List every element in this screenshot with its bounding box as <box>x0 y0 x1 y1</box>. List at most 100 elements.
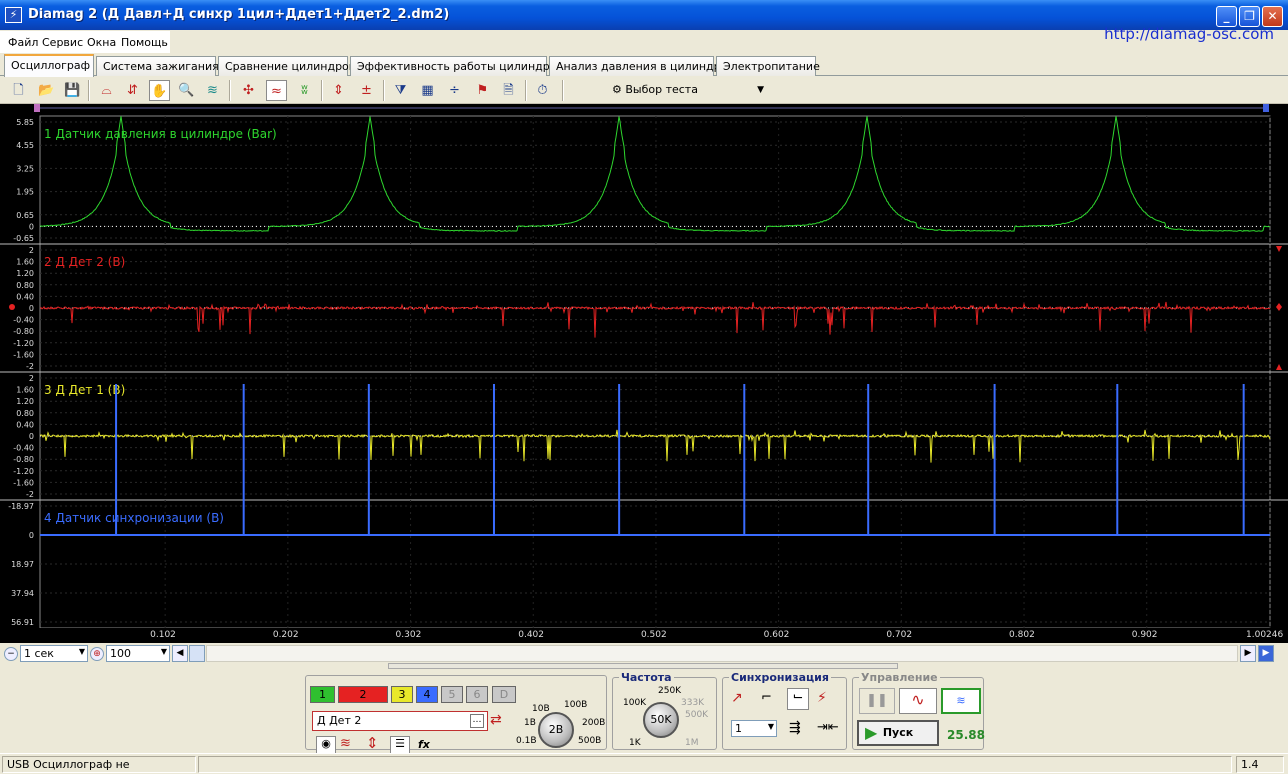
scroll-row: − 1 сек ▼ ⊕ 100 ▼ ◀ ▶ ▶ <box>0 644 1288 663</box>
marker-icon[interactable]: ⚑ <box>472 80 493 101</box>
sine-wave-icon[interactable]: ∿ <box>899 688 937 714</box>
knock-1-trace <box>39 429 1271 463</box>
frequency-knob[interactable]: 50K <box>643 702 679 738</box>
pause-icon[interactable]: ❚❚ <box>859 688 895 714</box>
grid-lines-icon[interactable]: ☰ <box>390 736 410 754</box>
channel-4-button[interactable]: 4 <box>416 686 438 703</box>
rising-edge-icon[interactable]: ↗ <box>731 690 743 706</box>
status-message: USB Осциллограф не подключен <box>2 756 196 774</box>
y-tick-label: 0.40 <box>16 292 34 301</box>
channel-align-icon[interactable]: ≋ <box>202 80 223 101</box>
menu-windows[interactable]: Окна <box>87 36 116 49</box>
y-tick-label: 0.80 <box>16 281 34 290</box>
zero-icon[interactable]: ± <box>356 80 377 101</box>
volts-knob[interactable]: 2В <box>538 712 574 748</box>
toolbar-separator <box>88 80 90 101</box>
menu-help[interactable]: Помощь <box>121 36 168 49</box>
spread-icon[interactable]: ✣ <box>238 80 259 101</box>
scroll-right-button[interactable]: ▶ <box>1240 645 1256 662</box>
stack-icon[interactable]: ʬ <box>294 80 315 101</box>
zoom-out-icon[interactable]: − <box>4 647 18 661</box>
channel-name-field[interactable]: Д Дет 2 <box>312 711 488 731</box>
auto-timer-icon[interactable]: ⏱ <box>532 80 553 101</box>
test-select[interactable]: ⚙ Выбор теста ▼ <box>612 80 772 100</box>
channel-1-button[interactable]: 1 <box>310 686 335 703</box>
y-tick-label: 0 <box>29 432 34 441</box>
multi-wave-icon[interactable]: ≋ <box>941 688 981 714</box>
x-tick-label: 0.702 <box>886 630 913 640</box>
level-icon[interactable]: ⇶ <box>789 720 801 736</box>
gear-icon: ⚙ <box>612 83 626 96</box>
filter-icon[interactable]: ⧩ <box>390 80 411 101</box>
channel-settings-icon[interactable]: ⇄ <box>490 712 502 728</box>
table-icon[interactable]: ▦ <box>417 80 438 101</box>
x-tick-label: 0.402 <box>518 630 544 640</box>
cursor-range-icon[interactable]: ⌓ <box>96 80 117 101</box>
play-scroll-icon[interactable]: ▶ <box>1258 645 1274 662</box>
eye-icon[interactable]: ◉ <box>316 736 336 754</box>
y-tick-label: -2 <box>26 490 34 499</box>
zoom-icon[interactable]: 🔍 <box>176 80 197 101</box>
step-down-icon[interactable]: ⌙ <box>787 688 809 710</box>
vertical-shift-icon[interactable]: ⇕ <box>366 734 379 752</box>
tab-cylinder-efficiency[interactable]: Эффективность работы цилиндров <box>350 56 563 76</box>
channel-digital-button[interactable]: D <box>492 686 516 703</box>
menu-service[interactable]: Сервис <box>42 36 83 49</box>
y-tick-label: -2 <box>26 362 34 371</box>
scroll-left-button[interactable]: ◀ <box>172 645 188 662</box>
minimize-button[interactable]: _ <box>1216 6 1237 27</box>
panel-splitter[interactable] <box>388 663 898 669</box>
start-button[interactable]: ▶ Пуск <box>857 720 939 746</box>
function-icon[interactable]: fx <box>418 738 430 751</box>
tab-power-supply[interactable]: Электропитание <box>716 56 820 76</box>
knob-label: 100В <box>564 700 588 710</box>
tab-pressure-analysis[interactable]: Анализ давления в цилиндре <box>549 56 727 76</box>
y-tick-label: 0.65 <box>16 211 34 220</box>
auto-scale-icon[interactable]: ⇕ <box>328 80 349 101</box>
timebase-select[interactable]: 1 сек ▼ <box>20 645 88 662</box>
x-tick-label: 0.502 <box>640 630 667 640</box>
cursor-measure-icon[interactable]: ⇵ <box>122 80 143 101</box>
oscilloscope-display[interactable]: 5.85 4.55 3.25 1.95 0.65 0 -0.65 1 Датчик давле… <box>0 104 1288 631</box>
step-up-icon[interactable]: ⌐ <box>761 690 772 705</box>
close-button[interactable]: ✕ <box>1262 6 1283 27</box>
save-icon[interactable]: 💾 <box>62 80 83 101</box>
channel-2-offset-marker <box>9 304 15 310</box>
auto-sync-icon[interactable]: ⚡ <box>817 690 827 706</box>
maximize-button[interactable]: ❐ <box>1239 6 1260 27</box>
menu-file[interactable]: Файл <box>8 36 38 49</box>
overlay-icon[interactable]: ≈ <box>266 80 287 101</box>
sync-channel-select[interactable]: 1 ▼ <box>731 720 777 737</box>
chevron-down-icon: ▼ <box>757 85 764 95</box>
note-icon[interactable]: 🗎 <box>498 80 519 101</box>
tab-oscilloscope[interactable]: Осциллограф <box>4 54 94 77</box>
tab-ignition[interactable]: Система зажигания <box>96 56 219 76</box>
channel-6-button[interactable]: 6 <box>466 686 488 703</box>
x-tick-label: 0.302 <box>395 630 422 640</box>
y-tick-label: -1.60 <box>13 350 34 359</box>
toolbar-separator <box>525 80 527 101</box>
y-tick-label: 1.60 <box>16 258 34 267</box>
new-file-icon[interactable]: 🗋 <box>8 80 29 101</box>
divide-icon[interactable]: ÷ <box>444 80 465 101</box>
channel-2-button[interactable]: 2 <box>338 686 388 703</box>
zoom-select[interactable]: 100 ▼ <box>106 645 170 662</box>
title-bar: ⚡ Diamag 2 (Д Давл+Д синхр 1цил+Ддет1+Дд… <box>0 0 1288 30</box>
channel-5-button[interactable]: 5 <box>441 686 463 703</box>
tab-cylinder-compare[interactable]: Сравнение цилиндров <box>218 56 355 76</box>
channel-3-button[interactable]: 3 <box>391 686 413 703</box>
y-tick-label: -0.40 <box>13 316 34 325</box>
scroll-thumb[interactable] <box>189 645 205 662</box>
ellipsis-button[interactable]: … <box>470 714 484 728</box>
zoom-in-icon[interactable]: ⊕ <box>90 647 104 661</box>
hand-pan-icon[interactable]: ✋ <box>149 80 170 101</box>
waveform-icon[interactable]: ≋ <box>340 736 351 751</box>
status-bar: USB Осциллограф не подключен 1.4 <box>0 753 1288 774</box>
control-title: Управление <box>859 671 940 684</box>
scroll-track[interactable] <box>206 645 1238 662</box>
website-link[interactable]: http://diamag-osc.com <box>1104 25 1274 43</box>
open-folder-icon[interactable]: 📂 <box>36 80 57 101</box>
status-spacer <box>198 756 1232 773</box>
center-icon[interactable]: ⇥⇤ <box>817 720 839 735</box>
y-tick-label: 5.85 <box>16 118 34 127</box>
